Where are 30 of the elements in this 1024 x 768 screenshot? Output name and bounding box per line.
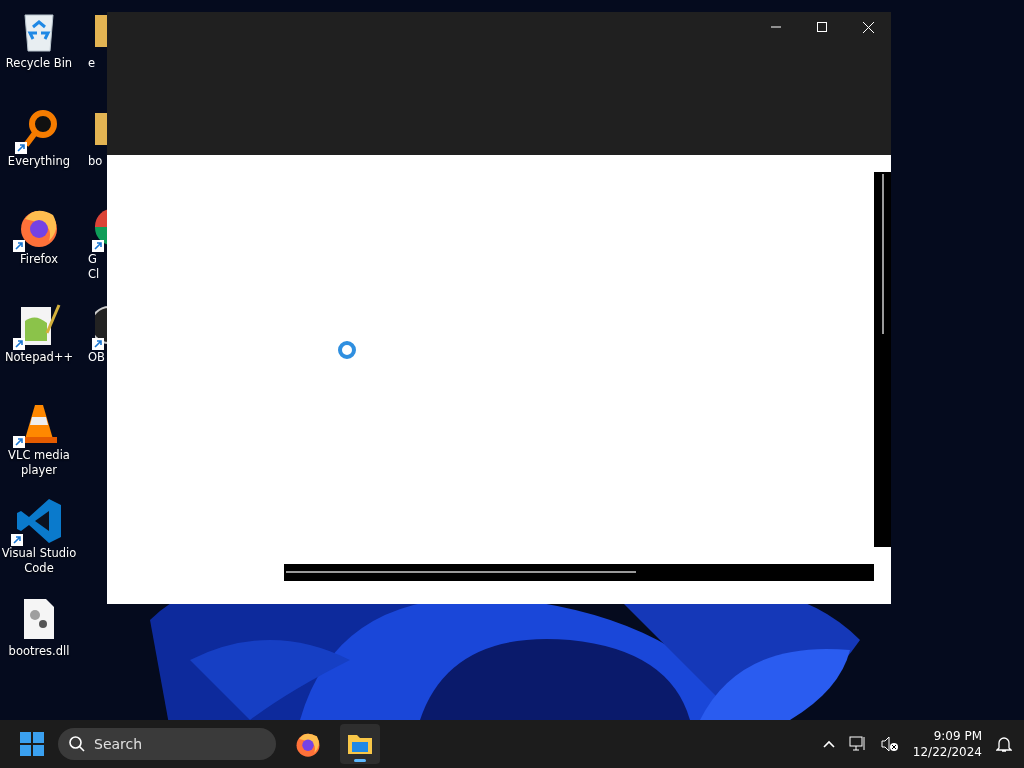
desktop-icon-label[interactable]: VLC media player [1, 448, 77, 478]
code-editor-icon [15, 497, 63, 545]
vertical-scrollbar[interactable] [874, 172, 891, 547]
settings-file-icon [21, 597, 57, 641]
desktop-icon-label[interactable]: G Cl [88, 252, 100, 282]
clock-time[interactable]: 9:09 PM [933, 728, 982, 744]
network-icon[interactable] [848, 736, 867, 752]
desktop-icon-label[interactable]: Everything [1, 154, 77, 169]
clock-date[interactable]: 12/22/2024 [912, 744, 982, 760]
desktop-icon-label[interactable]: Visual Studio Code [1, 546, 77, 576]
folder-icon [95, 111, 107, 147]
desktop-icon-label[interactable]: bo [88, 154, 103, 169]
desktop-icon-label[interactable]: Notepad++ [1, 350, 77, 365]
record-icon [95, 305, 109, 345]
search-field[interactable]: Search [58, 728, 276, 760]
desktop-icon-label[interactable]: Firefox [1, 252, 77, 267]
notification-bell-icon[interactable] [996, 735, 1012, 753]
desktop-icon-label[interactable]: bootres.dll [1, 644, 77, 659]
chevron-up-icon[interactable] [822, 740, 835, 748]
taskbar-app-button[interactable] [340, 724, 380, 764]
desktop-icon-label[interactable]: OB [88, 350, 105, 365]
desktop-icon-label[interactable]: e [88, 56, 96, 71]
horizontal-scrollbar[interactable] [284, 564, 874, 581]
desktop-icon-label[interactable]: Recycle Bin [1, 56, 77, 71]
muted-speaker-icon[interactable] [880, 736, 899, 752]
maximize-icon [817, 22, 827, 32]
folder-icon [347, 733, 373, 755]
close-icon [862, 21, 874, 33]
start-icon[interactable] [20, 732, 44, 756]
folder-icon [95, 13, 107, 49]
